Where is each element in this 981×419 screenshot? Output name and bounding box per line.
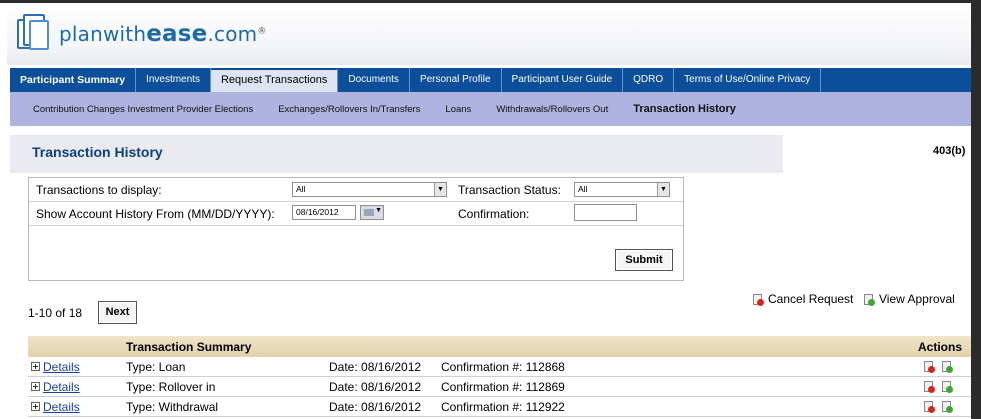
chevron-down-icon: ▼ bbox=[657, 183, 669, 196]
tab-request-transactions[interactable]: Request Transactions bbox=[210, 68, 339, 92]
transactions-select-value: All bbox=[296, 184, 306, 194]
chevron-down-icon: ▼ bbox=[434, 183, 446, 196]
status-select[interactable]: All ▼ bbox=[574, 182, 670, 197]
page-title: Transaction History bbox=[32, 144, 163, 160]
pager-range: 1-10 of 18 bbox=[28, 306, 83, 320]
legend-cancel-request: Cancel Request bbox=[753, 292, 853, 306]
confirmation-input[interactable] bbox=[574, 204, 637, 221]
transactions-select[interactable]: All ▼ bbox=[292, 182, 447, 197]
row-confirmation: Confirmation #: 112869 bbox=[441, 379, 565, 394]
view-approval-icon[interactable] bbox=[942, 381, 953, 393]
row-date: Date: 08/16/2012 bbox=[329, 359, 422, 374]
calendar-picker-button[interactable]: ▼ bbox=[360, 205, 384, 220]
status-select-value: All bbox=[578, 184, 588, 194]
transaction-table: Transaction Summary Actions Details Type… bbox=[28, 336, 971, 417]
subnav-contribution-changes[interactable]: Contribution Changes Investment Provider… bbox=[33, 104, 253, 115]
view-approval-icon bbox=[864, 293, 875, 306]
cancel-request-icon[interactable] bbox=[924, 401, 935, 413]
details-link[interactable]: Details bbox=[43, 360, 80, 374]
header-actions: Actions bbox=[917, 339, 962, 354]
table-row: Details Type: Rollover in Date: 08/16/20… bbox=[28, 377, 971, 397]
subnav-loans[interactable]: Loans bbox=[445, 104, 471, 115]
status-label: Transaction Status: bbox=[458, 183, 561, 197]
legend-cancel-label: Cancel Request bbox=[768, 292, 854, 306]
tab-participant-user-guide[interactable]: Participant User Guide bbox=[502, 68, 624, 92]
details-link[interactable]: Details bbox=[43, 400, 80, 414]
confirmation-label: Confirmation: bbox=[458, 207, 530, 221]
tab-terms-privacy[interactable]: Terms of Use/Online Privacy bbox=[674, 68, 822, 92]
row-confirmation: Confirmation #: 112922 bbox=[441, 399, 565, 414]
row-type: Type: Loan bbox=[126, 359, 186, 374]
expand-plus-icon[interactable] bbox=[31, 362, 40, 371]
sub-nav: Contribution Changes Investment Provider… bbox=[10, 92, 971, 126]
form-row-history: Show Account History From (MM/DD/YYYY): … bbox=[29, 202, 683, 226]
cancel-request-icon[interactable] bbox=[924, 361, 935, 373]
cancel-request-icon bbox=[753, 293, 764, 306]
calendar-icon bbox=[364, 209, 374, 216]
details-link[interactable]: Details bbox=[43, 380, 80, 394]
filter-form: Transactions to display: All ▼ Transacti… bbox=[28, 177, 684, 281]
subnav-transaction-history[interactable]: Transaction History bbox=[633, 103, 736, 115]
table-row: Details Type: Withdrawal Date: 08/16/201… bbox=[28, 397, 971, 417]
next-page-button[interactable]: Next bbox=[98, 301, 137, 324]
tab-participant-summary[interactable]: Participant Summary bbox=[10, 68, 137, 92]
form-row-transactions: Transactions to display: All ▼ Transacti… bbox=[29, 178, 683, 202]
legend-approval-label: View Approval bbox=[879, 292, 955, 306]
legend-view-approval: View Approval bbox=[864, 292, 955, 306]
tab-documents[interactable]: Documents bbox=[338, 68, 410, 92]
subnav-withdrawals[interactable]: Withdrawals/Rollovers Out bbox=[496, 104, 608, 115]
view-approval-icon[interactable] bbox=[942, 361, 953, 373]
tab-investments[interactable]: Investments bbox=[136, 68, 211, 92]
expand-plus-icon[interactable] bbox=[31, 402, 40, 411]
history-from-input[interactable]: 08/16/2012 bbox=[292, 205, 356, 220]
site-header: planwithease.com® bbox=[7, 3, 971, 65]
table-row: Details Type: Loan Date: 08/16/2012 Conf… bbox=[28, 357, 971, 377]
header-transaction-summary: Transaction Summary bbox=[126, 339, 252, 354]
window-right-border bbox=[971, 3, 981, 419]
page: planwithease.com® Participant Summary In… bbox=[7, 3, 971, 419]
plan-type-label: 403(b) bbox=[933, 145, 966, 157]
tab-qdro[interactable]: QDRO bbox=[623, 68, 675, 92]
view-approval-icon[interactable] bbox=[942, 401, 953, 413]
row-date: Date: 08/16/2012 bbox=[329, 379, 422, 394]
tab-personal-profile[interactable]: Personal Profile bbox=[410, 68, 502, 92]
table-header: Transaction Summary Actions bbox=[28, 336, 971, 357]
cancel-request-icon[interactable] bbox=[924, 381, 935, 393]
row-confirmation: Confirmation #: 112868 bbox=[441, 359, 565, 374]
site-logo[interactable]: planwithease.com® bbox=[17, 14, 267, 54]
logo-pages-icon bbox=[17, 14, 53, 54]
chevron-down-icon: ▼ bbox=[375, 207, 382, 214]
main-nav: Participant Summary Investments Request … bbox=[10, 68, 971, 92]
row-type: Type: Rollover in bbox=[126, 379, 216, 394]
history-from-label: Show Account History From (MM/DD/YYYY): bbox=[36, 207, 275, 221]
expand-plus-icon[interactable] bbox=[31, 382, 40, 391]
transactions-label: Transactions to display: bbox=[36, 183, 162, 197]
submit-button[interactable]: Submit bbox=[615, 249, 673, 271]
logo-wordmark: planwithease.com® bbox=[59, 21, 267, 47]
subnav-exchanges-rollovers[interactable]: Exchanges/Rollovers In/Transfers bbox=[278, 104, 420, 115]
row-date: Date: 08/16/2012 bbox=[329, 399, 422, 414]
row-type: Type: Withdrawal bbox=[126, 399, 219, 414]
